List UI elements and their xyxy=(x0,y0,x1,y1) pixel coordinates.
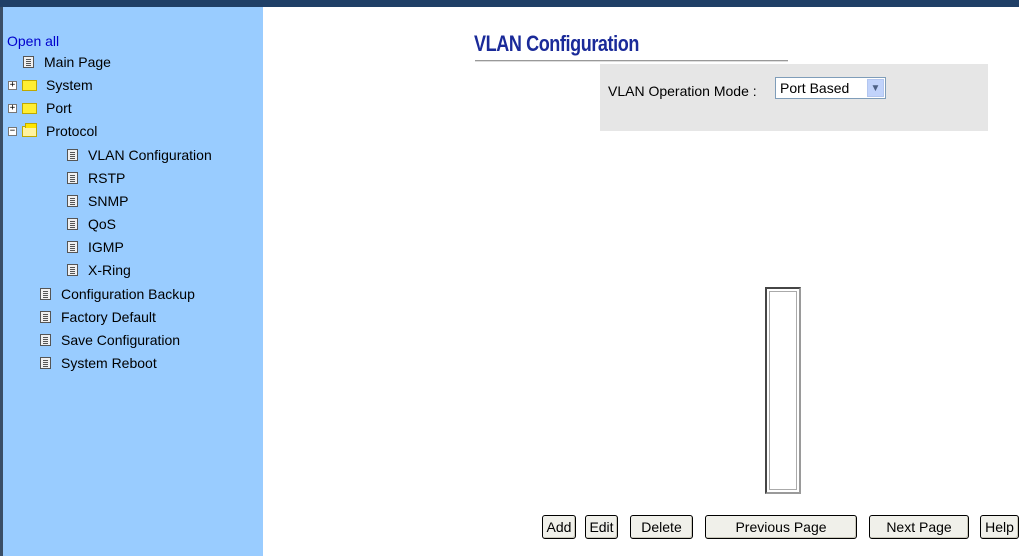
sidebar-item-vlan-configuration[interactable]: VLAN Configuration xyxy=(67,145,212,165)
chevron-down-icon[interactable]: ▼ xyxy=(867,79,884,97)
operation-mode-select[interactable]: Port Based ▼ xyxy=(775,77,886,99)
sidebar-item-system-reboot[interactable]: System Reboot xyxy=(40,353,157,373)
sidebar-item-label: RSTP xyxy=(88,170,126,186)
sidebar-item-rstp[interactable]: RSTP xyxy=(67,168,125,188)
sidebar-item-label: X-Ring xyxy=(88,262,131,278)
expand-plus-icon[interactable]: + xyxy=(8,103,17,113)
sidebar-item-port[interactable]: + Port xyxy=(8,98,72,118)
sidebar-item-label: Protocol xyxy=(46,123,98,139)
page-icon xyxy=(40,357,51,369)
collapse-minus-icon[interactable]: − xyxy=(8,126,17,136)
sidebar-item-label: VLAN Configuration xyxy=(88,147,212,163)
sidebar-item-igmp[interactable]: IGMP xyxy=(67,237,124,257)
operation-mode-label: VLAN Operation Mode : xyxy=(608,83,757,99)
page-icon xyxy=(67,264,78,276)
sidebar-item-label: Factory Default xyxy=(61,309,156,325)
page-icon xyxy=(67,172,78,184)
sidebar-item-label: Port xyxy=(46,100,72,116)
sidebar-item-label: System Reboot xyxy=(61,355,157,371)
sidebar-item-configuration-backup[interactable]: Configuration Backup xyxy=(40,284,195,304)
main-content: VLAN Configuration VLAN Operation Mode :… xyxy=(263,7,1019,556)
open-all-link[interactable]: Open all xyxy=(7,33,59,49)
sidebar-item-system[interactable]: + System xyxy=(8,75,93,95)
page-title: VLAN Configuration xyxy=(474,31,639,56)
vlan-list-inner xyxy=(769,291,797,490)
next-page-button[interactable]: Next Page xyxy=(869,515,969,539)
operation-mode-value: Port Based xyxy=(780,80,850,96)
sidebar-item-save-configuration[interactable]: Save Configuration xyxy=(40,330,180,350)
folder-icon xyxy=(22,79,37,91)
top-bar xyxy=(0,0,1019,7)
sidebar-item-label: Main Page xyxy=(44,54,111,70)
page-icon xyxy=(67,218,78,230)
sidebar-item-qos[interactable]: QoS xyxy=(67,214,116,234)
sidebar-item-label: System xyxy=(46,77,93,93)
sidebar-item-label: Configuration Backup xyxy=(61,286,195,302)
title-underline xyxy=(475,60,788,62)
sidebar-item-label: SNMP xyxy=(88,193,129,209)
edit-button[interactable]: Edit xyxy=(585,515,618,539)
sidebar-item-snmp[interactable]: SNMP xyxy=(67,191,128,211)
sidebar-item-label: QoS xyxy=(88,216,117,232)
page-icon xyxy=(23,56,34,68)
page-icon xyxy=(67,241,78,253)
page-icon xyxy=(67,149,78,161)
page-icon xyxy=(40,288,51,300)
page-icon xyxy=(40,311,51,323)
help-button[interactable]: Help xyxy=(980,515,1019,539)
sidebar-item-protocol[interactable]: − Protocol xyxy=(8,121,97,141)
page-icon xyxy=(40,334,51,346)
sidebar-item-x-ring[interactable]: X-Ring xyxy=(67,260,131,280)
folder-icon xyxy=(22,102,37,114)
previous-page-button[interactable]: Previous Page xyxy=(705,515,857,539)
page-icon xyxy=(67,195,78,207)
sidebar-item-label: IGMP xyxy=(88,239,124,255)
expand-plus-icon[interactable]: + xyxy=(8,80,17,90)
sidebar-item-main-page[interactable]: Main Page xyxy=(23,52,111,72)
operation-mode-panel: VLAN Operation Mode : Port Based ▼ xyxy=(600,64,988,131)
sidebar-item-factory-default[interactable]: Factory Default xyxy=(40,307,156,327)
add-button[interactable]: Add xyxy=(542,515,576,539)
folder-open-icon xyxy=(22,122,37,137)
sidebar-tree: Open all Main Page + System + Port − Pro… xyxy=(3,7,263,556)
vlan-list-box[interactable] xyxy=(765,287,801,494)
delete-button[interactable]: Delete xyxy=(630,515,693,539)
sidebar-item-label: Save Configuration xyxy=(61,332,181,348)
